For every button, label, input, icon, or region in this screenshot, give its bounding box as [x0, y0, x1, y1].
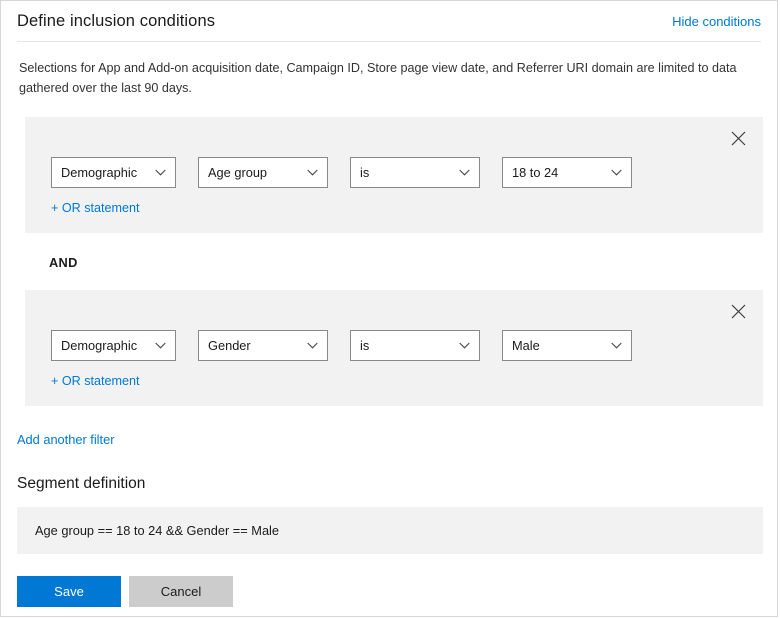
add-another-filter-link[interactable]: Add another filter — [17, 432, 114, 447]
or-statement-link[interactable]: + OR statement — [51, 374, 140, 388]
field-dropdown[interactable]: Age group — [198, 157, 328, 189]
or-statement-link[interactable]: + OR statement — [51, 201, 140, 215]
chevron-down-icon — [307, 169, 318, 176]
and-operator-label: AND — [49, 255, 78, 271]
value-dropdown-value: 18 to 24 — [512, 165, 559, 181]
chevron-down-icon — [459, 342, 470, 349]
category-dropdown-value: Demographic — [61, 338, 138, 354]
segment-definition-box: Age group == 18 to 24 && Gender == Male — [17, 507, 763, 555]
condition-block: Demographic Gender is Male + OR statemen… — [25, 290, 763, 407]
close-icon[interactable] — [727, 127, 749, 149]
chevron-down-icon — [459, 169, 470, 176]
save-button[interactable]: Save — [17, 576, 121, 608]
category-dropdown-value: Demographic — [61, 165, 138, 181]
chevron-down-icon — [155, 342, 166, 349]
description-text: Selections for App and Add-on acquisitio… — [19, 61, 737, 95]
hide-conditions-link[interactable]: Hide conditions — [672, 15, 761, 28]
cancel-button[interactable]: Cancel — [129, 576, 233, 608]
value-dropdown[interactable]: Male — [502, 330, 632, 362]
chevron-down-icon — [611, 342, 622, 349]
segment-definition-title: Segment definition — [17, 475, 146, 493]
chevron-down-icon — [155, 169, 166, 176]
operator-dropdown-value: is — [360, 338, 370, 354]
page-title: Define inclusion conditions — [17, 11, 216, 30]
panel-header: Define inclusion conditions Hide conditi… — [1, 1, 777, 41]
value-dropdown[interactable]: 18 to 24 — [502, 157, 632, 189]
condition-row: Demographic Gender is Male — [25, 330, 763, 362]
category-dropdown[interactable]: Demographic — [51, 330, 176, 362]
category-dropdown[interactable]: Demographic — [51, 157, 176, 189]
value-dropdown-value: Male — [512, 338, 540, 354]
footer-actions: Save Cancel — [17, 576, 777, 608]
field-dropdown[interactable]: Gender — [198, 330, 328, 362]
header-divider — [17, 41, 761, 42]
segment-definition-text: Age group == 18 to 24 && Gender == Male — [35, 523, 280, 539]
operator-dropdown[interactable]: is — [350, 157, 480, 189]
define-inclusion-conditions-panel: Define inclusion conditions Hide conditi… — [0, 0, 778, 617]
field-dropdown-value: Age group — [208, 165, 268, 181]
operator-dropdown[interactable]: is — [350, 330, 480, 362]
condition-block: Demographic Age group is 18 to 24 + OR s… — [25, 117, 763, 234]
chevron-down-icon — [611, 169, 622, 176]
condition-row: Demographic Age group is 18 to 24 — [25, 157, 763, 189]
close-icon[interactable] — [727, 300, 749, 322]
operator-dropdown-value: is — [360, 165, 370, 181]
field-dropdown-value: Gender — [208, 338, 251, 354]
conditions-container: Demographic Age group is 18 to 24 + OR s… — [1, 117, 777, 407]
chevron-down-icon — [307, 342, 318, 349]
